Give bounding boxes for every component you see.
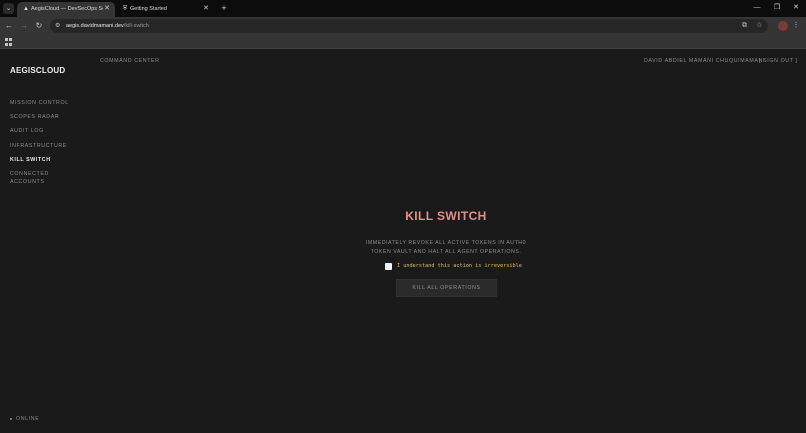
kill-all-operations-button[interactable]: KILL ALL OPERATIONS xyxy=(396,279,497,297)
translate-icon[interactable]: ⧉ xyxy=(742,20,747,32)
back-icon[interactable]: ← xyxy=(3,20,15,32)
irreversible-confirm-checkbox[interactable] xyxy=(385,263,392,270)
bookmarks-bar xyxy=(0,35,806,49)
sidebar-item-scopes-radar[interactable]: SCOPES RADAR xyxy=(10,114,59,122)
aegis-favicon-icon: ▲ xyxy=(23,6,29,12)
tab-close-icon[interactable]: ✕ xyxy=(104,2,110,16)
status-label: ONLINE xyxy=(16,416,40,422)
sidebar-item-audit-log[interactable]: AUDIT LOG xyxy=(10,128,44,136)
sidebar-item-infrastructure[interactable]: INFRASTRUCTURE xyxy=(10,143,67,151)
kill-switch-description: IMMEDIATELY REVOKE ALL ACTIVE TOKENS IN … xyxy=(346,239,546,256)
address-bar[interactable]: ⚙ aegis.davidmamani.dev/kill-switch ⧉ ☆ xyxy=(50,19,768,33)
sidebar-item-connected-accounts[interactable]: CONNECTED ACCOUNTS xyxy=(10,171,60,186)
sign-out-button[interactable]: [ SIGN OUT ] xyxy=(759,58,798,64)
tab-title: Getting Started xyxy=(130,6,167,12)
site-info-icon[interactable]: ⚙ xyxy=(55,21,60,31)
window-close-icon[interactable]: ✕ xyxy=(789,1,803,15)
brand-logo[interactable]: AEGISCLOUD xyxy=(10,66,65,75)
description-line: IMMEDIATELY REVOKE ALL ACTIVE TOKENS IN … xyxy=(365,240,527,246)
url-text: aegis.davidmamani.dev/kill-switch xyxy=(66,19,149,33)
profile-avatar[interactable] xyxy=(778,21,788,31)
tab-title: AegisCloud — DevSecOps Sen xyxy=(31,6,103,12)
tab-close-icon[interactable]: ✕ xyxy=(203,2,209,16)
confirm-label[interactable]: I understand this action is irreversible xyxy=(397,263,522,270)
apps-grid-icon[interactable] xyxy=(5,38,13,46)
bookmark-star-icon[interactable]: ☆ xyxy=(756,20,762,32)
tab-aegiscloud[interactable]: ▲ AegisCloud — DevSecOps Sen ✕ xyxy=(17,2,115,17)
url-host: aegis.davidmamani.dev xyxy=(66,23,124,29)
url-path: /kill-switch xyxy=(123,23,149,29)
user-name: DAVID ABDIEL MAMANI CHUQUIMAMANI xyxy=(644,58,766,64)
browser-tab-bar: ⌄ ▲ AegisCloud — DevSecOps Sen ✕ ⛨ Getti… xyxy=(0,0,806,17)
browser-menu-icon[interactable]: ⋮ xyxy=(790,20,802,32)
new-tab-button[interactable]: + xyxy=(219,2,229,14)
forward-icon[interactable]: → xyxy=(18,20,30,32)
sidebar-item-mission-control[interactable]: MISSION CONTROL xyxy=(10,100,69,108)
minimize-icon[interactable]: — xyxy=(750,1,764,15)
app-root: AEGISCLOUD MISSION CONTROL SCOPES RADAR … xyxy=(0,50,806,433)
reload-icon[interactable]: ↻ xyxy=(33,20,45,32)
browser-toolbar: ← → ↻ ⚙ aegis.davidmamani.dev/kill-switc… xyxy=(0,17,806,35)
connection-status: ONLINE xyxy=(10,416,39,422)
shield-favicon-icon: ⛨ xyxy=(122,6,128,12)
sidebar-item-kill-switch[interactable]: KILL SWITCH xyxy=(10,157,51,165)
page-section-title: COMMAND CENTER xyxy=(100,58,160,64)
tab-getting-started[interactable]: ⛨ Getting Started ✕ xyxy=(116,2,214,17)
tab-search-icon[interactable]: ⌄ xyxy=(3,3,14,14)
status-dot-icon xyxy=(10,417,12,420)
description-line: TOKEN VAULT AND HALT ALL AGENT OPERATION… xyxy=(370,248,522,255)
restore-icon[interactable]: ❐ xyxy=(770,1,784,15)
page-title: KILL SWITCH xyxy=(405,209,487,223)
